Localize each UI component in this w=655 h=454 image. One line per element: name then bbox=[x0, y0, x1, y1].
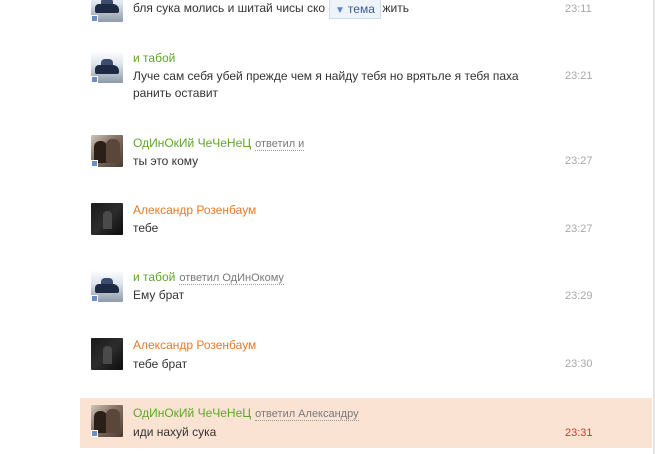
author-link[interactable]: Александр Розенбаум bbox=[133, 203, 256, 217]
avatar[interactable] bbox=[91, 405, 123, 437]
message-item: и табой Луче сам себя убей прежде чем я … bbox=[80, 46, 652, 108]
message-text: тебе брат bbox=[133, 357, 188, 371]
message-text: ты это кому bbox=[133, 154, 199, 168]
message-header: Александр Розенбаум bbox=[133, 202, 256, 218]
message-text: тебе bbox=[133, 221, 159, 235]
author-link[interactable]: ОдИнОкИй ЧеЧеНеЦ bbox=[133, 136, 251, 150]
reply-to-link[interactable]: ответил Александру bbox=[255, 408, 359, 421]
message-text: иди нахуй сука bbox=[133, 425, 217, 439]
message-time: 23:11 bbox=[565, 3, 592, 15]
avatar[interactable] bbox=[91, 0, 123, 22]
message-item: и табой ответил ОдИнОкому Ему брат 23:29 bbox=[80, 265, 652, 327]
avatar[interactable] bbox=[91, 203, 123, 235]
message-time: 23:29 bbox=[565, 290, 593, 302]
message-header: и табой ответил ОдИнОкому bbox=[133, 269, 284, 286]
message-text: Ему брат bbox=[133, 288, 185, 302]
online-status-icon bbox=[91, 295, 98, 302]
author-link[interactable]: и табой bbox=[133, 270, 175, 284]
online-status-icon bbox=[91, 430, 98, 437]
topic-button[interactable]: ▼ тема bbox=[329, 0, 381, 19]
message-time: 23:31 bbox=[565, 427, 593, 439]
message-time: 23:21 bbox=[565, 70, 593, 82]
author-link[interactable]: ОдИнОкИй ЧеЧеНеЦ bbox=[133, 406, 251, 420]
message-header: ОдИнОкИй ЧеЧеНеЦ ответил Александру bbox=[133, 405, 359, 422]
message-item: ОдИнОкИй ЧеЧеНеЦ ответил и ты это кому 23… bbox=[80, 130, 652, 192]
topic-button-label: тема bbox=[347, 2, 375, 16]
message-time: 23:30 bbox=[565, 358, 593, 370]
online-status-icon bbox=[91, 15, 98, 22]
triangle-down-icon: ▼ bbox=[335, 5, 345, 16]
message-header: и табой bbox=[133, 50, 175, 66]
message-item: Александр Розенбаум тебе брат 23:30 bbox=[80, 333, 652, 395]
avatar[interactable] bbox=[91, 270, 123, 302]
online-status-icon bbox=[91, 160, 98, 167]
author-link[interactable]: и табой bbox=[133, 51, 175, 65]
chat-page: бля сука молись и шитай чисы ско осталос… bbox=[0, 0, 655, 454]
message-time: 23:27 bbox=[565, 223, 593, 235]
online-status-icon bbox=[91, 76, 98, 83]
author-link[interactable]: Александр Розенбаум bbox=[133, 338, 256, 352]
avatar[interactable] bbox=[91, 135, 123, 167]
reply-to-link[interactable]: ответил ОдИнОкому bbox=[179, 272, 284, 285]
message-time: 23:27 bbox=[565, 155, 593, 167]
avatar[interactable] bbox=[91, 338, 123, 370]
message-header: ОдИнОкИй ЧеЧеНеЦ ответил и bbox=[133, 135, 305, 152]
message-header: Александр Розенбаум bbox=[133, 337, 256, 353]
message-text: Луче сам себя убей прежде чем я найду те… bbox=[133, 69, 519, 100]
avatar[interactable] bbox=[91, 51, 123, 83]
reply-to-link[interactable]: ответил и bbox=[255, 138, 305, 151]
message-item: Александр Розенбаум тебе 23:27 bbox=[80, 198, 652, 260]
message-item-highlighted: ОдИнОкИй ЧеЧеНеЦ ответил Александру иди н… bbox=[80, 398, 652, 448]
